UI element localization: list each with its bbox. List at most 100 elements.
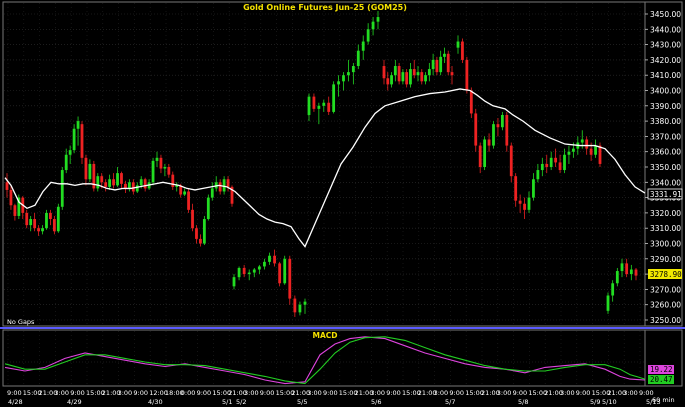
time-tick-label: 0:00	[181, 389, 196, 397]
candle-up	[393, 66, 397, 76]
candle-up	[151, 160, 155, 183]
time-tick-label: 3:00	[434, 389, 449, 397]
last-price-tag-label: 3278.90	[650, 270, 682, 279]
candle-up	[401, 72, 405, 82]
candle-down	[505, 114, 509, 146]
candle-down	[496, 124, 500, 128]
candle-down	[598, 145, 602, 164]
price-tick-label: 3290.00	[650, 255, 681, 264]
time-tick-label: 3:00	[244, 389, 259, 397]
candle-down	[312, 96, 316, 109]
candle-up	[611, 283, 615, 296]
moving-average-tag-label: 3331.91	[650, 190, 682, 199]
candle-up	[88, 163, 92, 180]
candle-up	[337, 81, 340, 85]
candle-up	[41, 228, 44, 232]
time-tick-label: 3:00	[497, 389, 512, 397]
price-tick-label: 3450.00	[650, 10, 681, 19]
candle-up	[222, 179, 226, 192]
candle-down	[112, 179, 115, 186]
candle-up	[371, 21, 375, 30]
time-tick-label: 3:00	[560, 389, 575, 397]
candle-down	[450, 72, 454, 76]
candle-up	[183, 191, 187, 195]
price-tick-label: 3300.00	[650, 240, 681, 249]
candle-up	[580, 139, 584, 143]
candle-up	[29, 219, 33, 226]
candle-down	[37, 228, 40, 232]
date-tick-label: 5/7	[445, 398, 455, 406]
candle-up	[416, 72, 420, 76]
time-tick-label: 9:00	[576, 389, 591, 397]
candle-down	[589, 148, 593, 155]
candle-down	[478, 145, 482, 167]
candle-down	[191, 209, 194, 229]
candle-up	[252, 269, 256, 273]
candle-up	[72, 128, 76, 151]
candle-up	[366, 29, 370, 42]
candle-up	[155, 157, 159, 161]
macd-title: MACD	[313, 331, 338, 340]
candle-up	[64, 154, 68, 171]
candle-down	[80, 124, 84, 158]
candle-down	[278, 263, 282, 284]
candle-down	[143, 179, 147, 189]
candle-up	[127, 182, 131, 189]
candle-down	[187, 191, 190, 210]
candle-down	[585, 139, 589, 149]
candle-up	[594, 145, 597, 155]
candle-down	[159, 157, 163, 169]
candle-down	[131, 182, 135, 192]
price-tick-label: 3440.00	[650, 25, 681, 34]
candle-up	[108, 179, 112, 187]
price-tick-label: 3340.00	[650, 178, 681, 187]
candle-up	[439, 56, 443, 73]
candle-down	[52, 219, 56, 232]
candle-up	[163, 167, 167, 169]
candle-up	[247, 272, 251, 275]
price-chart: 3250.003260.003270.003280.003290.003300.…	[0, 0, 685, 407]
candle-up	[60, 170, 64, 207]
candle-down	[634, 269, 638, 276]
candle-up	[532, 179, 535, 198]
candle-up	[527, 197, 531, 210]
time-tick-label: 9:00	[133, 389, 148, 397]
candle-up	[492, 124, 495, 146]
candle-down	[469, 90, 473, 114]
time-tick-label: 9:00	[7, 389, 22, 397]
candle-up	[332, 84, 336, 112]
time-tick-label: 3:00	[370, 389, 385, 397]
interval-label: 60 min	[652, 396, 675, 404]
candle-down	[625, 263, 629, 275]
candle-up	[443, 53, 446, 57]
candle-down	[465, 59, 469, 91]
candle-up	[390, 75, 393, 85]
time-tick-label: 9:00	[260, 389, 275, 397]
candle-down	[558, 162, 562, 171]
candle-down	[124, 183, 127, 189]
candle-down	[446, 53, 450, 73]
price-tick-label: 3350.00	[650, 163, 681, 172]
date-tick-label: 4/30	[148, 398, 163, 406]
candle-down	[242, 267, 246, 275]
candle-up	[210, 188, 214, 198]
date-tick-label: 5/9	[590, 398, 600, 406]
macd-value-tag-1: 19.22	[648, 365, 674, 374]
last-price-tag: 3278.90	[648, 269, 682, 279]
candle-up	[563, 154, 566, 171]
candle-down	[327, 102, 331, 112]
date-tick-label: 5/5	[297, 398, 307, 406]
candle-up	[303, 301, 307, 305]
price-tick-label: 3320.00	[650, 209, 681, 218]
price-tick-label: 3410.00	[650, 71, 681, 80]
candle-up	[135, 185, 139, 192]
price-tick-label: 3380.00	[650, 117, 681, 126]
candle-up	[356, 50, 360, 67]
price-tick-label: 3310.00	[650, 224, 681, 233]
date-tick-label: 4/29	[67, 398, 82, 406]
candle-down	[405, 72, 409, 85]
candle-down	[293, 298, 297, 313]
candle-down	[9, 189, 13, 206]
candle-down	[386, 78, 390, 85]
price-tick-label: 3270.00	[650, 285, 681, 294]
